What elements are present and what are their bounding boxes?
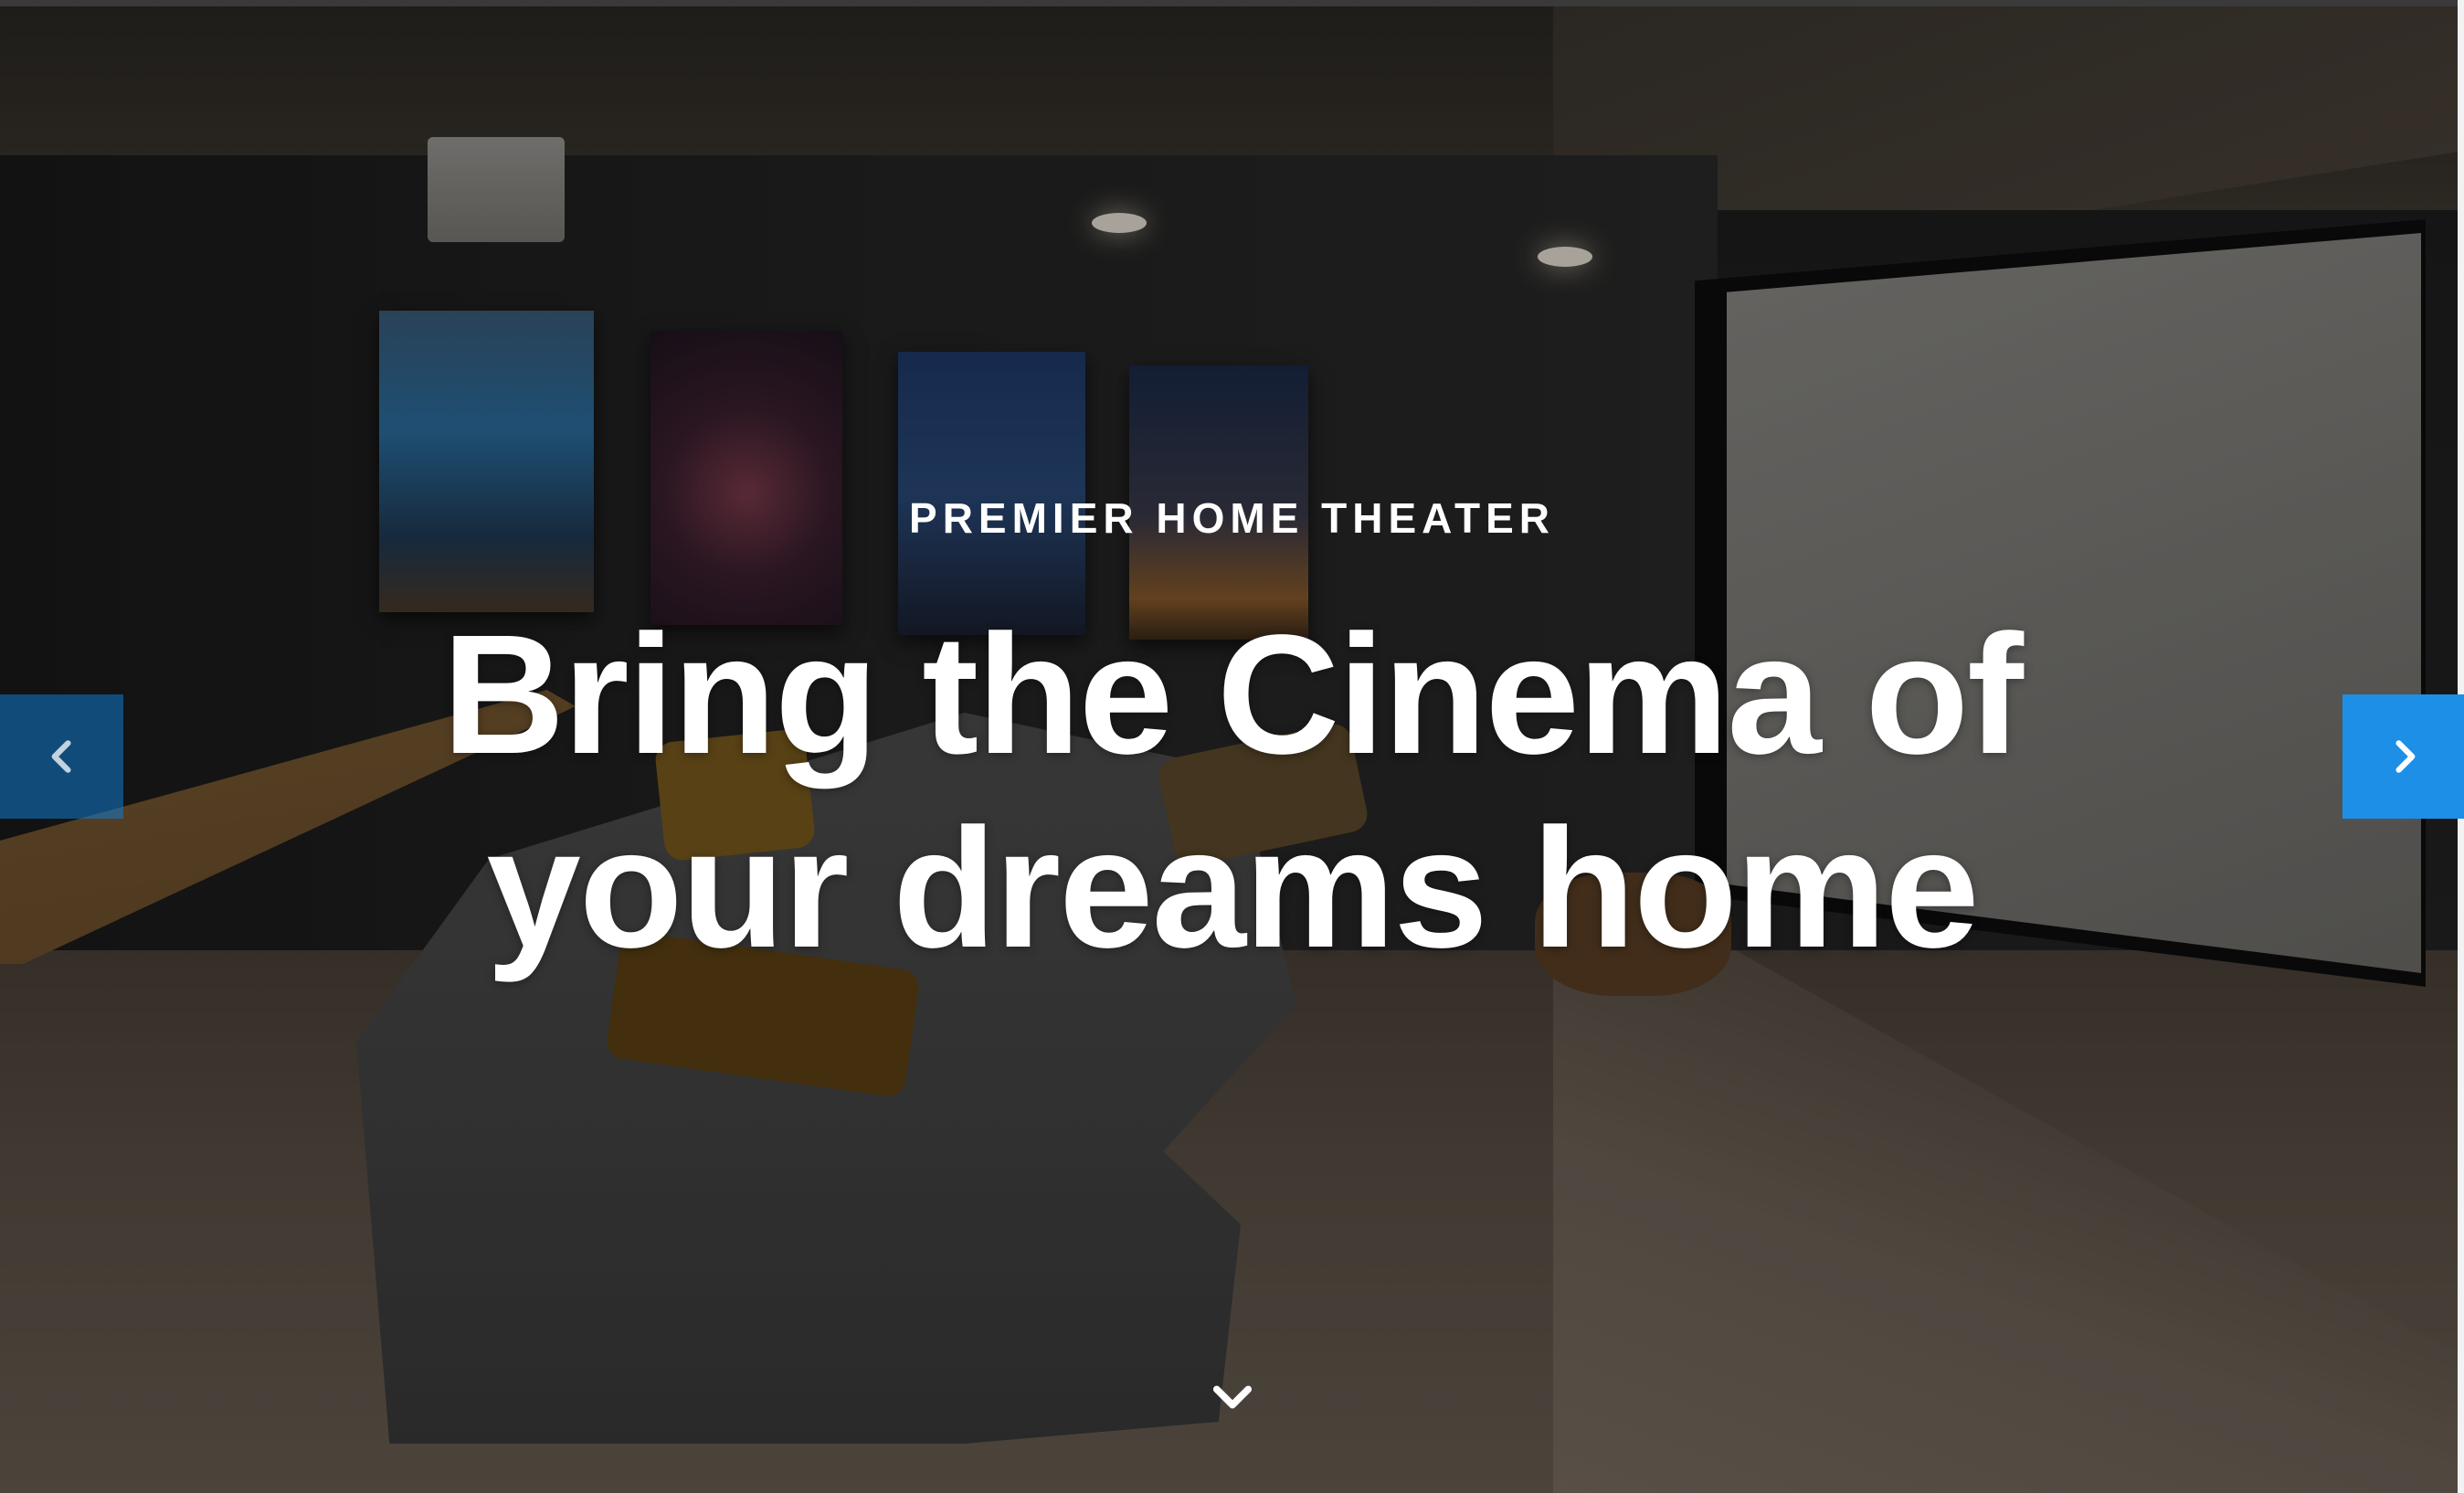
hero-headline: Bring the Cinema of your dreams home [0,598,2464,986]
carousel-next-button[interactable] [2342,694,2464,819]
hero-eyebrow: PREMIER HOME THEATER [909,494,1555,542]
chevron-right-icon [2395,740,2415,773]
chevron-down-icon [1212,1385,1253,1409]
scroll-down-button[interactable] [1211,1380,1253,1416]
hero-content: PREMIER HOME THEATER Bring the Cinema of… [0,0,2464,1493]
chevron-left-icon [51,740,71,773]
carousel-prev-button[interactable] [0,694,123,819]
hero-headline-line-2: your dreams home [486,794,1979,983]
hero-slider: PREMIER HOME THEATER Bring the Cinema of… [0,0,2464,1493]
hero-headline-line-1: Bring the Cinema of [441,600,2024,789]
